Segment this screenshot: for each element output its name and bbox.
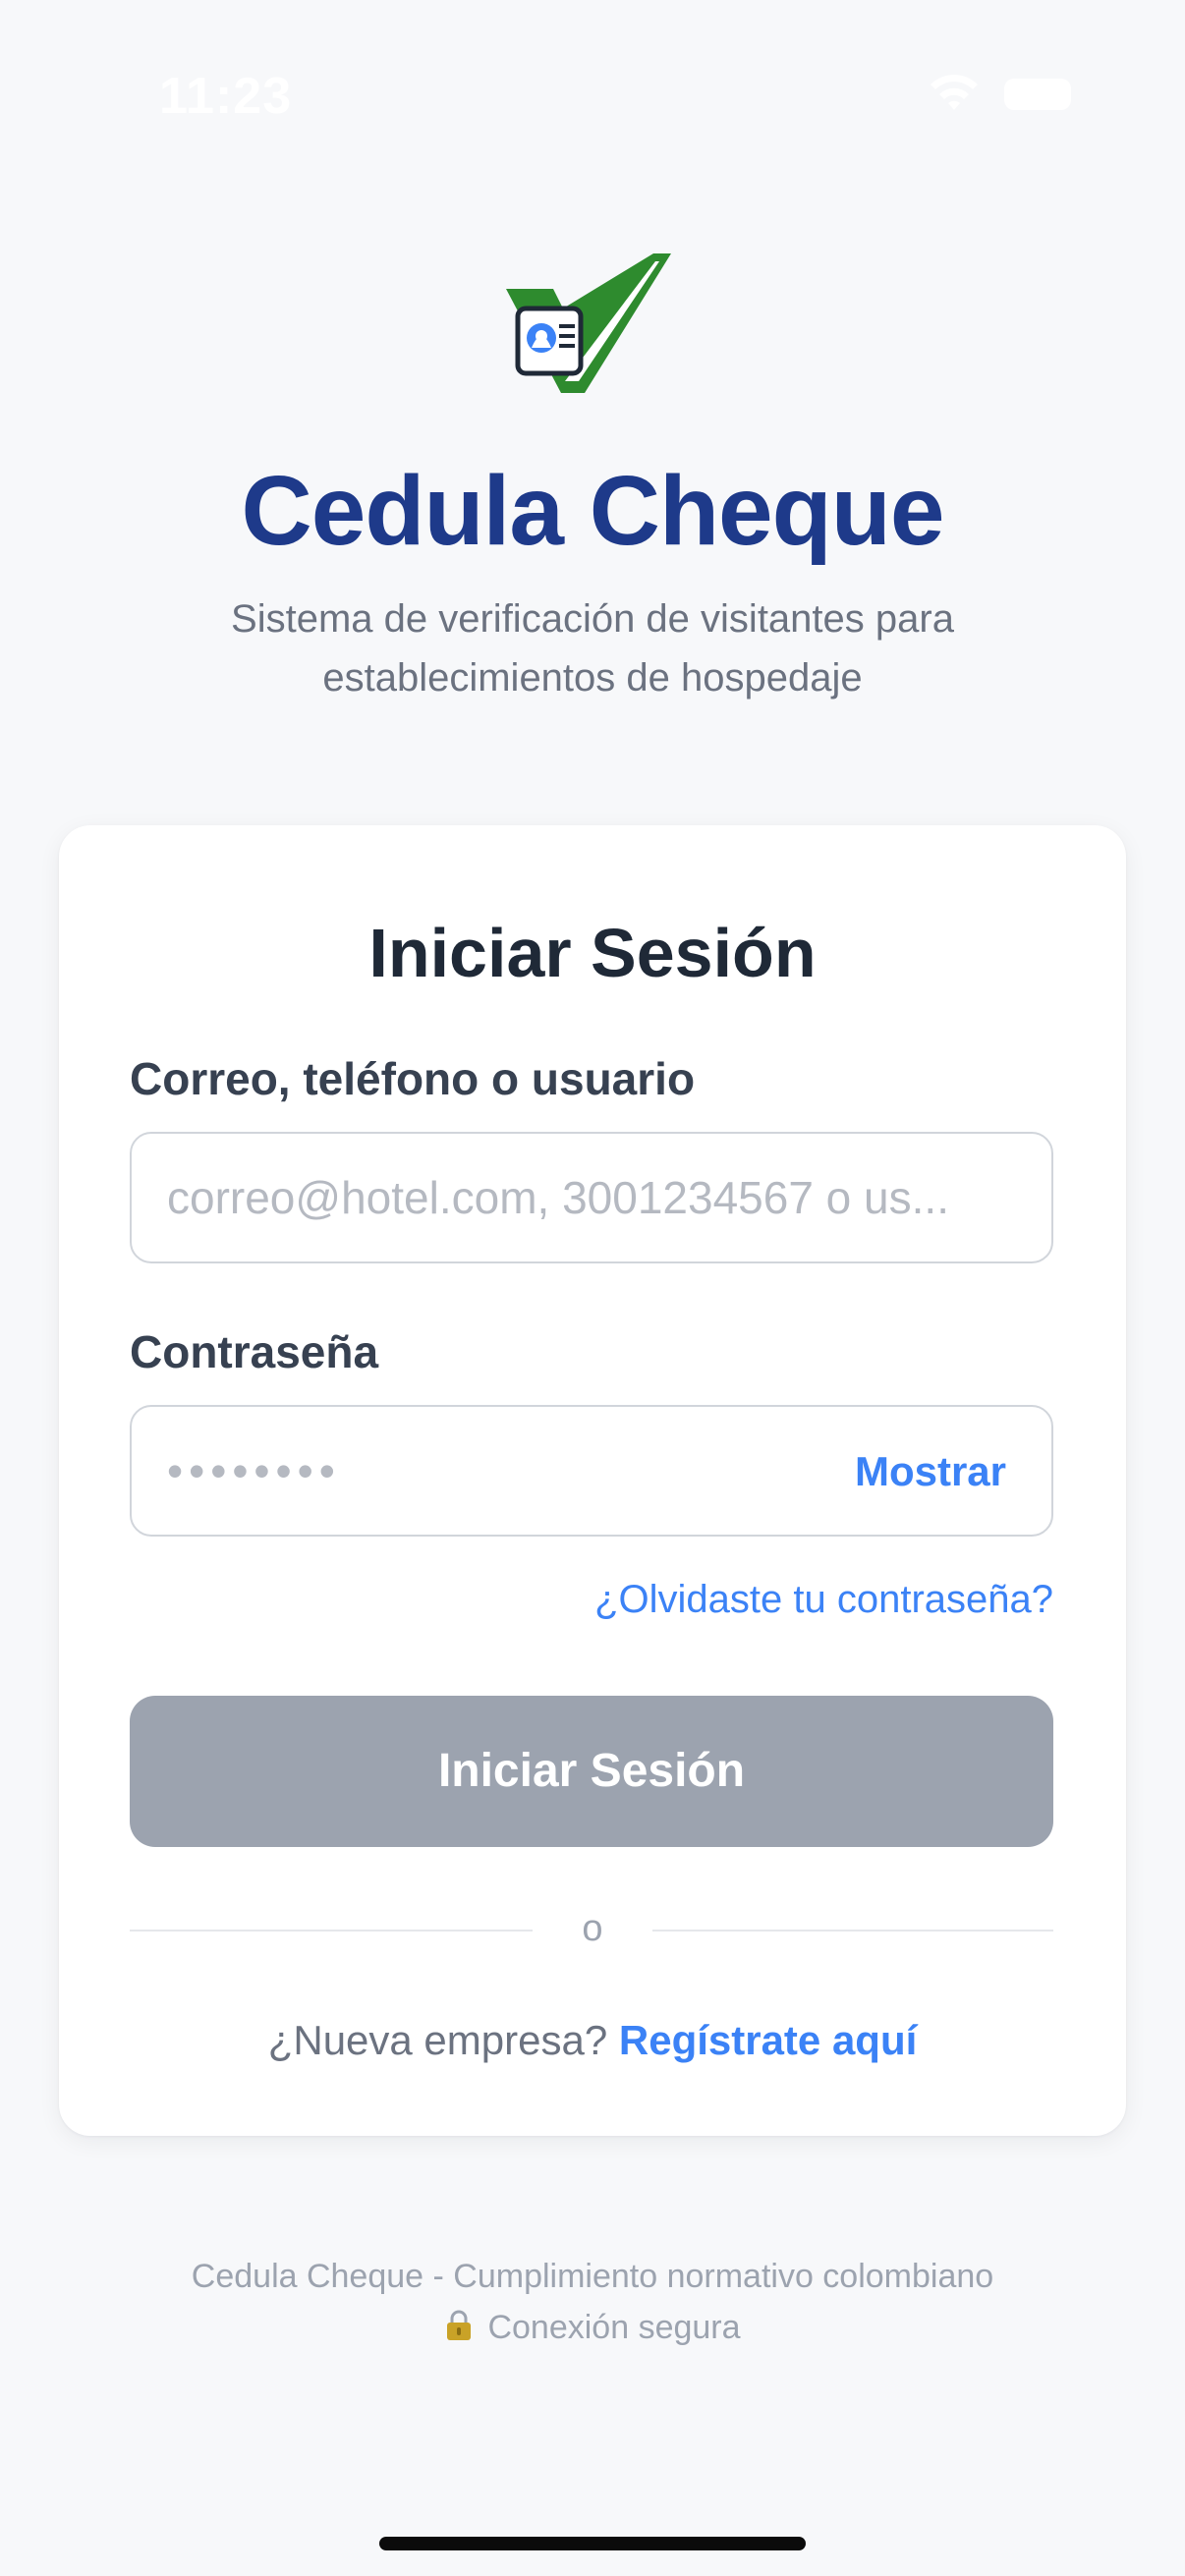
password-input[interactable]: [167, 1407, 796, 1535]
register-prompt: ¿Nueva empresa?: [267, 2017, 608, 2063]
divider-text: o: [582, 1908, 603, 1949]
login-title: Iniciar Sesión: [368, 915, 817, 991]
register-row: ¿Nueva empresa? Regístrate aquí: [59, 2009, 1126, 2072]
divider-left: [130, 1930, 533, 1932]
footer-text: Cedula Cheque - Cumplimiento normativo c…: [191, 2258, 994, 2295]
user-input[interactable]: [167, 1134, 1022, 1261]
home-indicator[interactable]: [379, 2537, 806, 2550]
login-button[interactable]: Iniciar Sesión: [130, 1696, 1053, 1847]
divider-right: [652, 1930, 1053, 1932]
secure-connection-label: Conexión segura: [487, 2309, 741, 2346]
id-card-check-icon: [506, 253, 671, 393]
status-time: 11:23: [159, 68, 293, 125]
show-password-button[interactable]: Mostrar: [855, 1442, 1006, 1501]
password-field-box[interactable]: Mostrar: [130, 1405, 1053, 1537]
app-title: Cedula Cheque: [241, 456, 945, 566]
register-link[interactable]: Regístrate aquí: [619, 2017, 917, 2063]
secure-connection: Conexión segura: [0, 2304, 1185, 2351]
login-card: Iniciar Sesión Correo, teléfono o usuari…: [59, 825, 1126, 2136]
battery-icon: [1004, 79, 1071, 110]
status-bar: 11:23: [0, 0, 1185, 187]
password-field-label: Contraseña: [130, 1326, 379, 1377]
user-field-box[interactable]: [130, 1132, 1053, 1263]
app-subtitle: Sistema de verificación de visitantes pa…: [231, 597, 954, 700]
forgot-password-link[interactable]: ¿Olvidaste tu contraseña?: [594, 1572, 1053, 1627]
user-field-label: Correo, teléfono o usuario: [130, 1053, 696, 1104]
wifi-icon: [931, 75, 978, 110]
lock-icon: [447, 2310, 472, 2340]
